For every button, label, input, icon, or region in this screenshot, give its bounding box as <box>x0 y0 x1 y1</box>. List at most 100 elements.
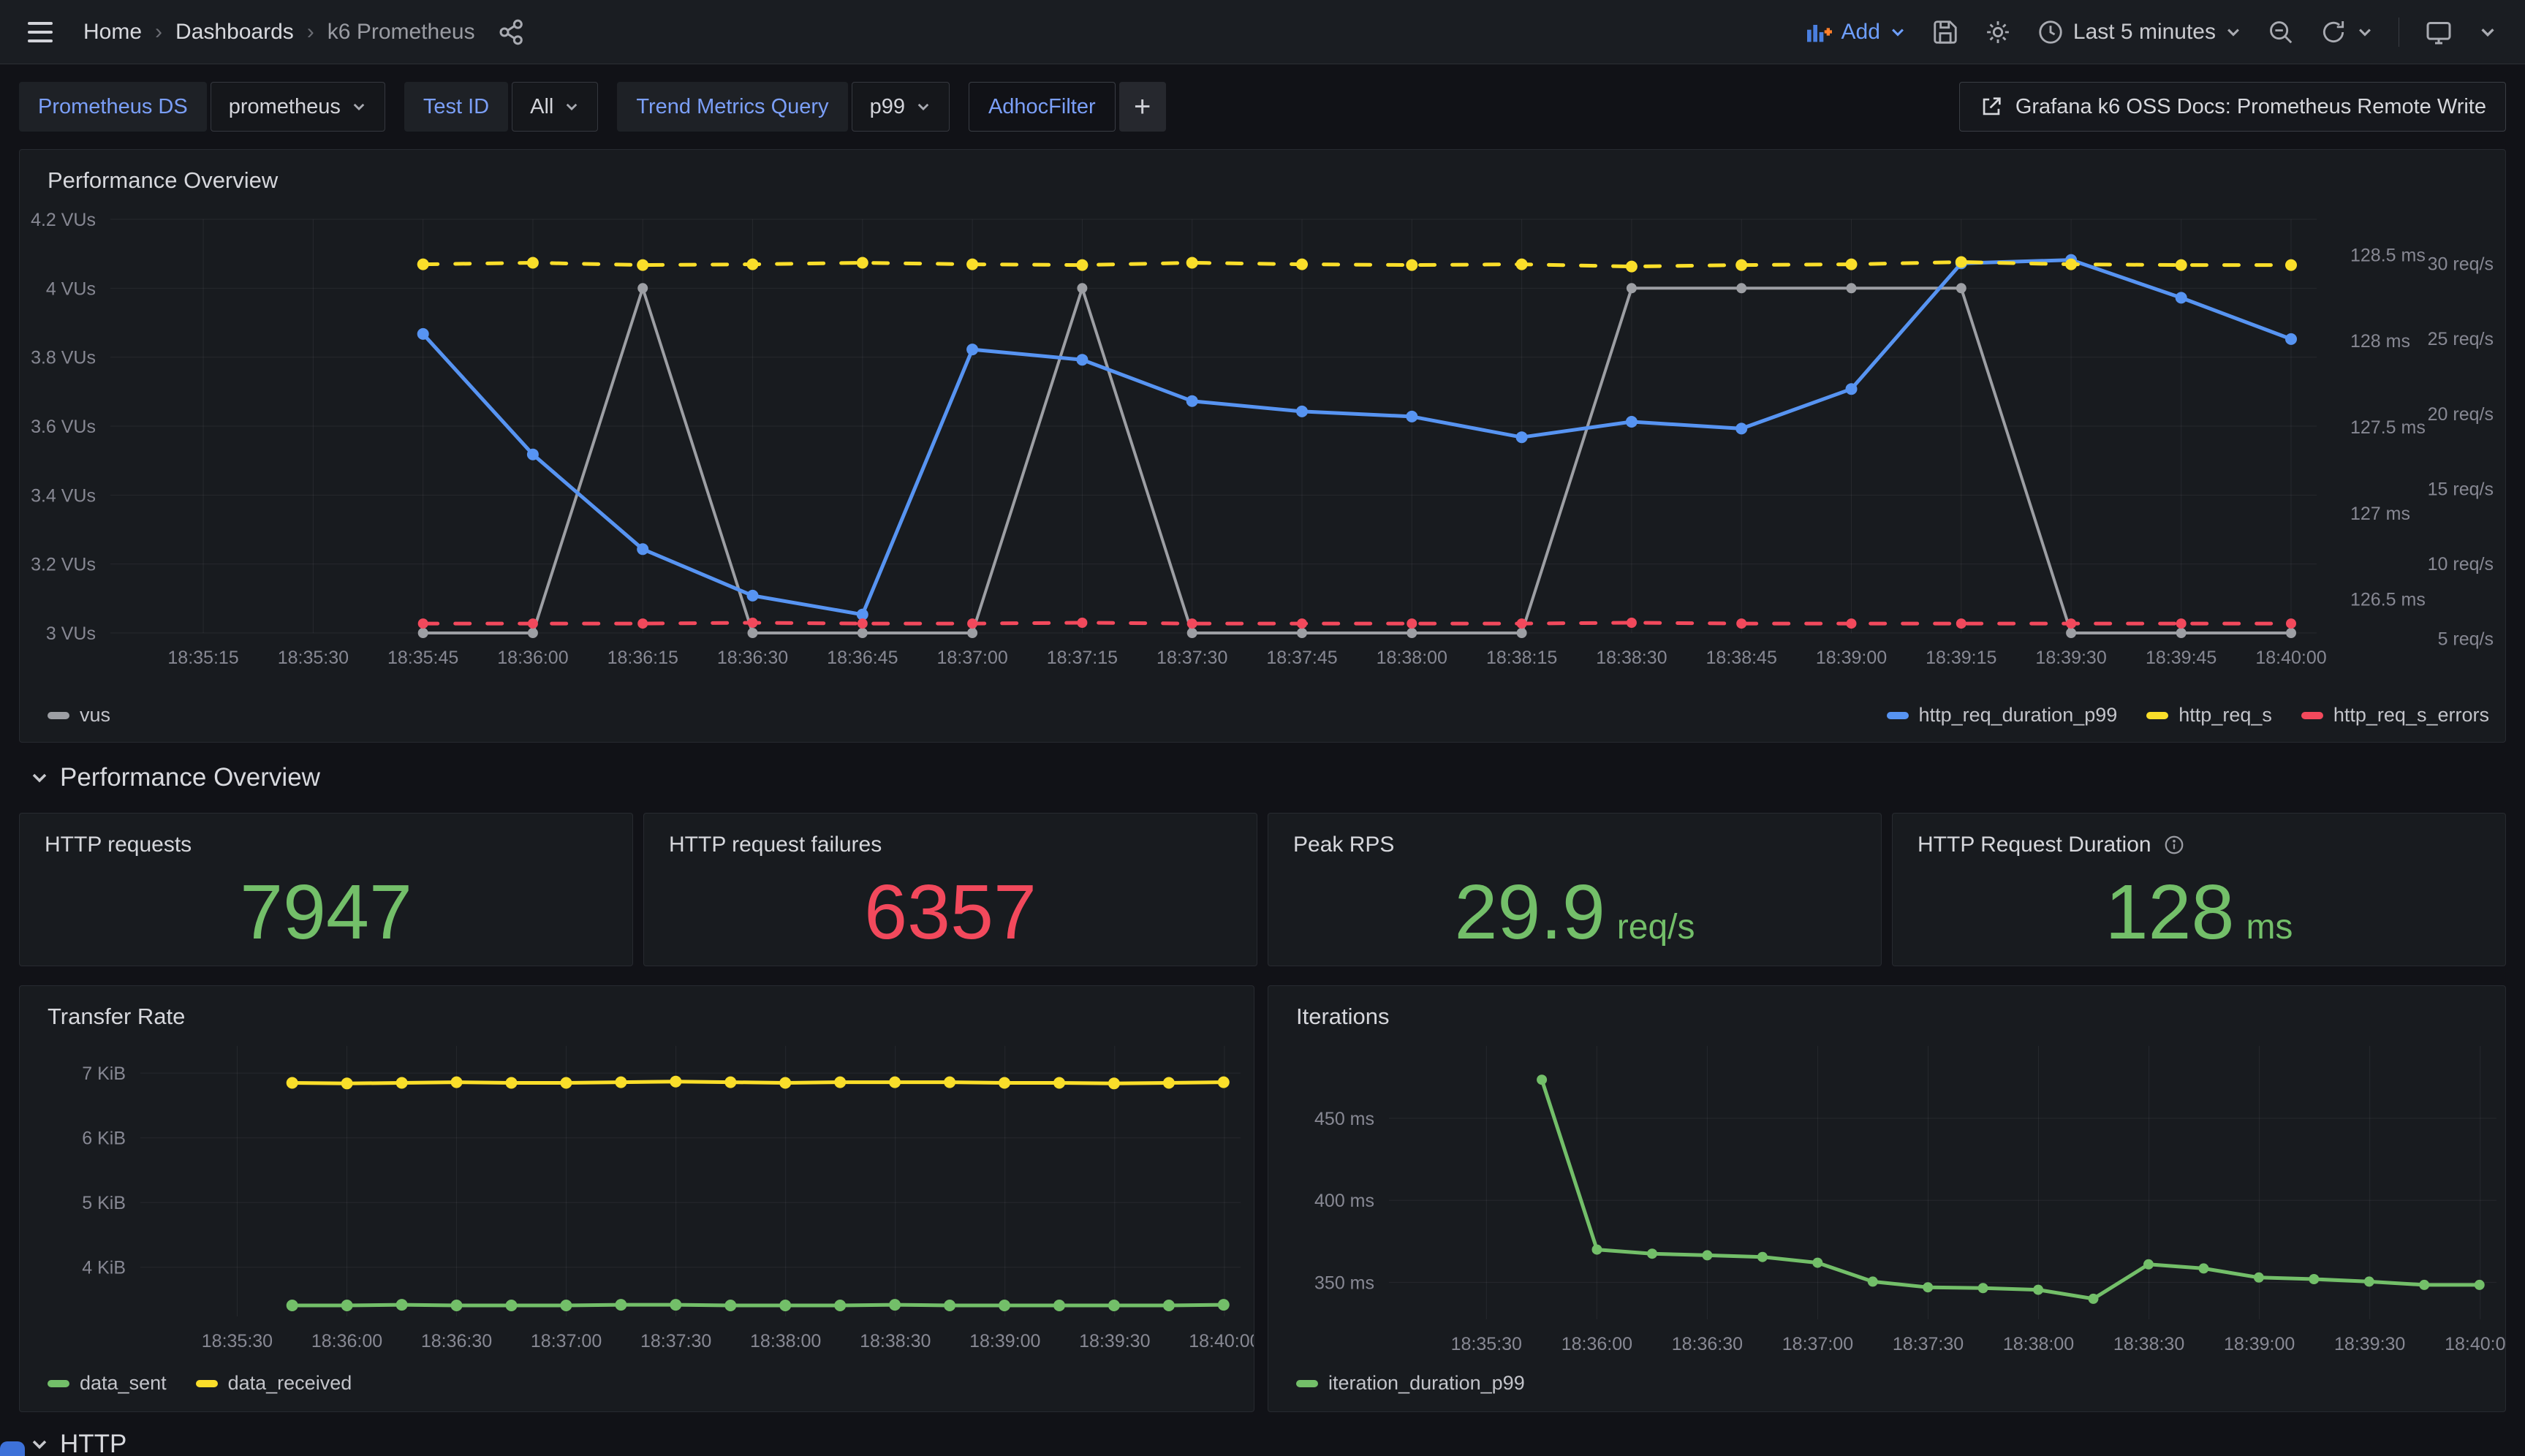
breadcrumb-dashboards[interactable]: Dashboards <box>175 20 294 45</box>
chart-legend-right: http_req_duration_p99 http_req_s http_req_… <box>1887 704 2489 727</box>
svg-text:18:38:30: 18:38:30 <box>1596 648 1667 668</box>
svg-text:18:38:00: 18:38:00 <box>2003 1334 2074 1354</box>
variable-value-text: All <box>530 95 553 119</box>
svg-text:18:36:15: 18:36:15 <box>607 648 678 668</box>
variable-value-prometheus-ds[interactable]: prometheus <box>211 82 385 132</box>
chevron-down-icon <box>915 99 931 115</box>
legend-label: http_req_s_errors <box>2333 704 2489 727</box>
breadcrumb-home[interactable]: Home <box>83 20 142 45</box>
legend-item-http_req_duration_p99[interactable]: http_req_duration_p99 <box>1887 704 2118 727</box>
legend-swatch <box>48 712 69 719</box>
timeseries-chart[interactable]: 18:35:3018:36:0018:36:3018:37:0018:37:30… <box>20 986 1254 1412</box>
legend-item-data_received[interactable]: data_received <box>196 1372 352 1395</box>
row-header-performance-overview[interactable]: Performance Overview <box>29 763 320 792</box>
timeseries-chart[interactable]: 18:35:3018:36:0018:36:3018:37:0018:37:30… <box>1268 986 2506 1412</box>
stat-panel-http-requests: HTTP requests 7947 <box>19 813 633 966</box>
variable-value-test-id[interactable]: All <box>512 82 598 132</box>
legend-item-http_req_s[interactable]: http_req_s <box>2146 704 2272 727</box>
corner-accent <box>0 1441 25 1456</box>
chevron-down-icon <box>29 1434 50 1455</box>
chart-legend: data_sent data_received <box>48 1372 352 1395</box>
save-dashboard-icon[interactable] <box>1931 18 1959 46</box>
stat-title[interactable]: HTTP requests <box>45 833 192 857</box>
stat-title[interactable]: HTTP request failures <box>669 833 882 857</box>
svg-text:18:36:00: 18:36:00 <box>497 648 568 668</box>
variable-label-test-id[interactable]: Test ID <box>404 82 508 132</box>
svg-text:18:39:45: 18:39:45 <box>2146 648 2217 668</box>
variable-label-prometheus-ds[interactable]: Prometheus DS <box>19 82 207 132</box>
svg-text:18:39:30: 18:39:30 <box>2334 1334 2405 1354</box>
add-button[interactable]: Add <box>1803 18 1907 47</box>
docs-link-button[interactable]: Grafana k6 OSS Docs: Prometheus Remote W… <box>1959 82 2506 132</box>
svg-text:350 ms: 350 ms <box>1314 1273 1374 1293</box>
svg-text:126.5 ms: 126.5 ms <box>2350 590 2426 610</box>
legend-swatch <box>1296 1380 1318 1387</box>
stat-title[interactable]: HTTP Request Duration <box>1918 833 2151 857</box>
variable-label-trend-metrics-query[interactable]: Trend Metrics Query <box>617 82 847 132</box>
legend-label: data_sent <box>80 1372 167 1395</box>
svg-text:4 KiB: 4 KiB <box>82 1258 126 1278</box>
zoom-out-time-icon[interactable] <box>2267 18 2295 46</box>
share-icon[interactable] <box>497 18 526 47</box>
svg-text:18:39:00: 18:39:00 <box>1816 648 1887 668</box>
stat-unit: ms <box>2246 907 2293 947</box>
svg-text:3.8 VUs: 3.8 VUs <box>31 348 96 368</box>
svg-text:18:37:45: 18:37:45 <box>1266 648 1337 668</box>
legend-item-vus[interactable]: vus <box>48 704 110 727</box>
svg-text:3.6 VUs: 3.6 VUs <box>31 417 96 437</box>
add-panel-icon <box>1803 18 1833 47</box>
svg-text:128 ms: 128 ms <box>2350 331 2410 352</box>
legend-label: http_req_duration_p99 <box>1919 704 2118 727</box>
svg-text:18:37:30: 18:37:30 <box>1893 1334 1964 1354</box>
legend-item-data_sent[interactable]: data_sent <box>48 1372 167 1395</box>
top-nav-bar: Home › Dashboards › k6 Prometheus Add <box>0 0 2525 64</box>
svg-text:18:40:00: 18:40:00 <box>2255 648 2326 668</box>
legend-swatch <box>2301 712 2323 719</box>
menu-icon[interactable] <box>28 22 53 42</box>
stat-panel-http-request-failures: HTTP request failures 6357 <box>643 813 1257 966</box>
adhoc-filter-label[interactable]: AdhocFilter <box>969 82 1116 132</box>
add-filter-button[interactable]: + <box>1119 82 1166 132</box>
chevron-down-icon[interactable] <box>2478 23 2497 42</box>
svg-text:18:39:00: 18:39:00 <box>969 1331 1040 1351</box>
svg-text:18:35:15: 18:35:15 <box>167 648 238 668</box>
time-range-picker[interactable]: Last 5 minutes <box>2037 18 2242 46</box>
svg-text:10 req/s: 10 req/s <box>2428 554 2494 575</box>
panel-performance-overview: Performance Overview 18:35:1518:35:3018:… <box>19 149 2506 743</box>
external-link-icon <box>1979 94 2004 119</box>
svg-text:18:35:45: 18:35:45 <box>387 648 458 668</box>
tv-cycle-view-icon[interactable] <box>2424 18 2453 47</box>
dashboard-controls: Prometheus DS prometheus Test ID All Tre… <box>19 82 2506 132</box>
svg-text:18:40:00: 18:40:00 <box>2445 1334 2506 1354</box>
svg-text:15 req/s: 15 req/s <box>2428 479 2494 499</box>
dashboard-settings-icon[interactable] <box>1984 18 2012 46</box>
variable-value-trend-metrics-query[interactable]: p99 <box>852 82 950 132</box>
svg-text:5 KiB: 5 KiB <box>82 1193 126 1213</box>
svg-text:18:38:30: 18:38:30 <box>2113 1334 2184 1354</box>
legend-item-http_req_s_errors[interactable]: http_req_s_errors <box>2301 704 2489 727</box>
timeseries-chart[interactable]: 18:35:1518:35:3018:35:4518:36:0018:36:15… <box>20 150 2506 743</box>
stat-value: 7947 <box>240 865 412 960</box>
info-icon[interactable] <box>2163 834 2185 856</box>
legend-item-iteration_duration_p99[interactable]: iteration_duration_p99 <box>1296 1372 1525 1395</box>
svg-text:18:38:30: 18:38:30 <box>860 1331 931 1351</box>
panel-transfer-rate: Transfer Rate 18:35:3018:36:0018:36:3018… <box>19 985 1254 1412</box>
legend-swatch <box>1887 712 1909 719</box>
row-header-http[interactable]: HTTP <box>29 1430 126 1456</box>
legend-swatch <box>48 1380 69 1387</box>
svg-text:18:37:15: 18:37:15 <box>1047 648 1118 668</box>
svg-text:18:38:00: 18:38:00 <box>1377 648 1447 668</box>
chart-legend-left: vus <box>48 704 110 727</box>
svg-text:18:35:30: 18:35:30 <box>1451 1334 1522 1354</box>
svg-text:18:39:15: 18:39:15 <box>1926 648 1996 668</box>
svg-text:3 VUs: 3 VUs <box>46 623 96 644</box>
panel-iterations: Iterations 18:35:3018:36:0018:36:3018:37… <box>1268 985 2506 1412</box>
stat-title[interactable]: Peak RPS <box>1293 833 1394 857</box>
svg-text:18:39:30: 18:39:30 <box>2035 648 2106 668</box>
svg-text:18:39:30: 18:39:30 <box>1079 1331 1150 1351</box>
svg-text:127 ms: 127 ms <box>2350 504 2410 524</box>
stat-unit: req/s <box>1617 907 1695 947</box>
svg-text:18:38:00: 18:38:00 <box>750 1331 821 1351</box>
refresh-picker[interactable] <box>2320 18 2374 46</box>
svg-text:18:37:30: 18:37:30 <box>1156 648 1227 668</box>
